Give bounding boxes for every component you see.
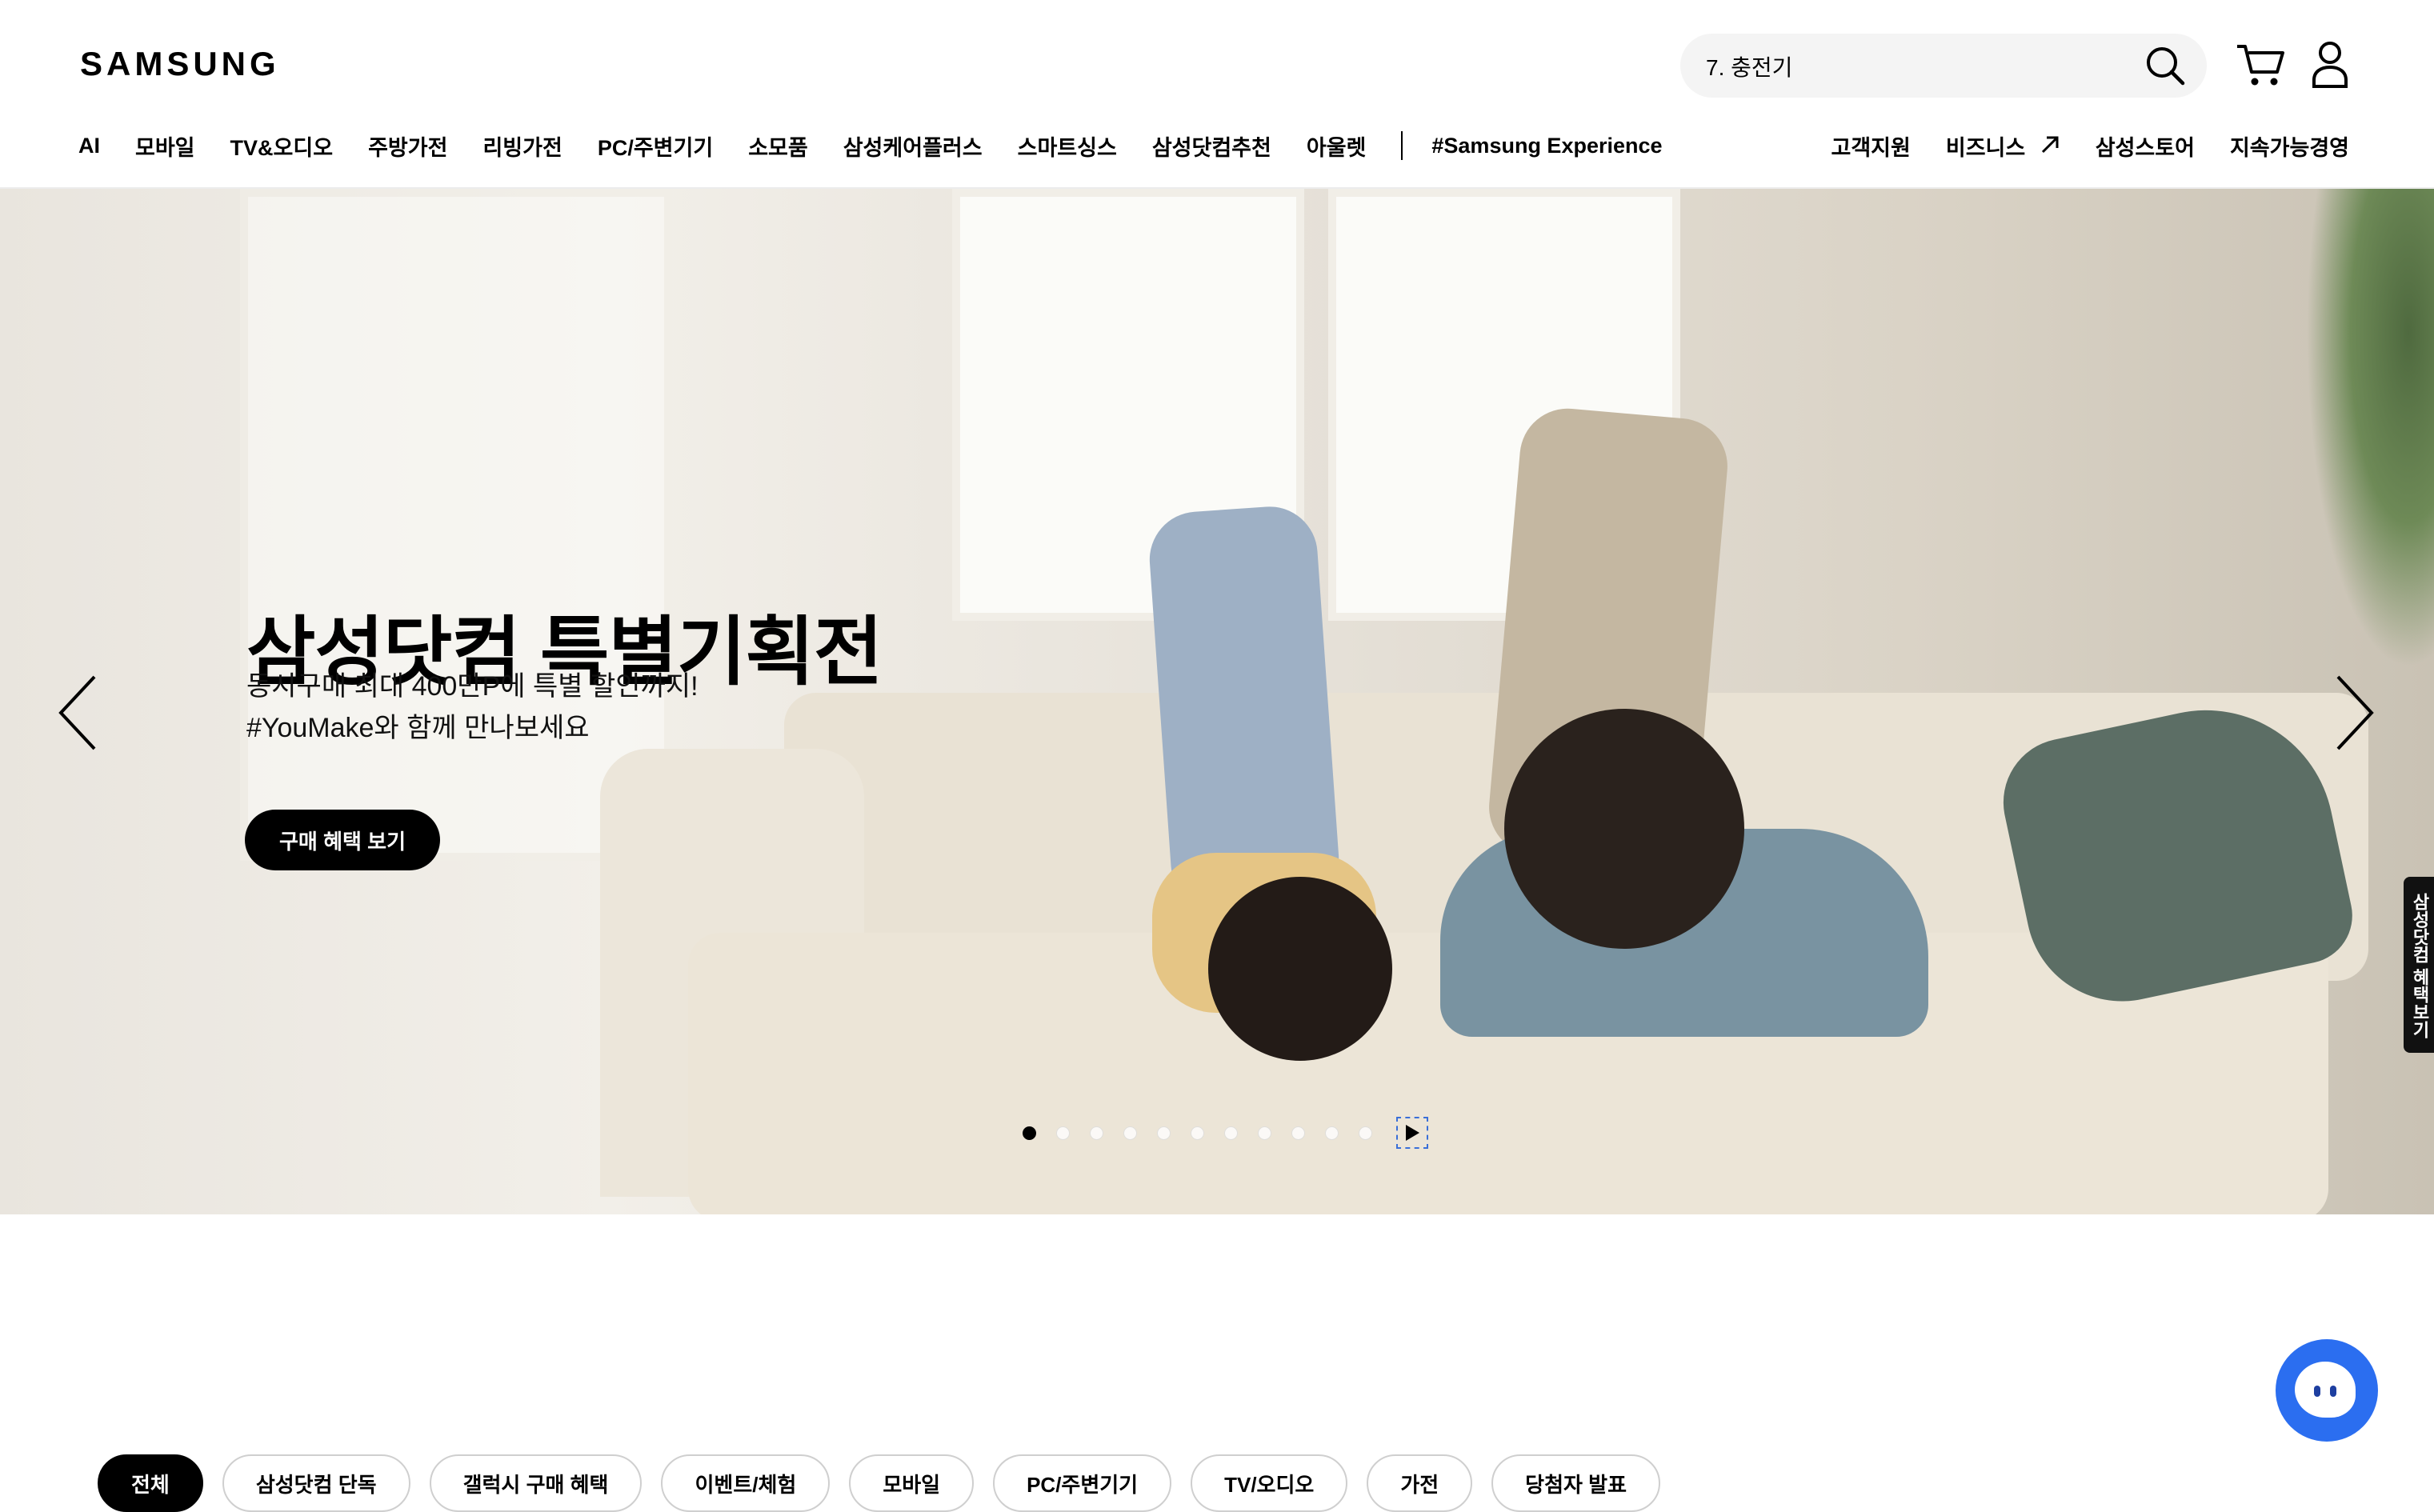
chatbot-eye — [2330, 1386, 2336, 1397]
nav-kitchen[interactable]: 주방가전 — [368, 130, 447, 162]
hero-subtitle-line: #YouMake와 함께 만나보세요 — [246, 713, 590, 743]
category-filters: 전체 삼성닷컴 단독 갤럭시 구매 혜택 이벤트/체험 모바일 PC/주변기기 … — [98, 1454, 1679, 1512]
slide-dot[interactable] — [1090, 1126, 1103, 1140]
filter-all[interactable]: 전체 — [98, 1454, 203, 1512]
account-icon[interactable] — [2301, 35, 2359, 93]
nav-smartthings[interactable]: 스마트싱스 — [1018, 130, 1117, 162]
filter-appliances[interactable]: 가전 — [1367, 1454, 1473, 1512]
adult-head — [1504, 709, 1744, 949]
nav-mobile[interactable]: 모바일 — [135, 130, 195, 162]
play-button[interactable] — [1396, 1117, 1428, 1149]
nav-business-label: 비즈니스 — [1945, 135, 2026, 160]
site-header: SAMSUNG AI 모바일 TV&오디오 주방가전 리빙가전 PC/주변기기 … — [0, 0, 2434, 189]
nav-business[interactable]: 비즈니스 — [1946, 130, 2060, 162]
slide-dot[interactable] — [1258, 1126, 1271, 1140]
nav-consumables[interactable]: 소모품 — [748, 130, 808, 162]
slide-dot[interactable] — [1123, 1126, 1137, 1140]
cart-icon[interactable] — [2232, 35, 2290, 93]
filter-mobile[interactable]: 모바일 — [849, 1454, 975, 1512]
child-head — [1208, 877, 1392, 1061]
nav-ai[interactable]: AI — [78, 134, 100, 158]
slide-dot[interactable] — [1224, 1126, 1238, 1140]
hero-subtitle-line: 동시구매 최대 400만P에 특별 할인까지! — [246, 671, 699, 702]
samsung-logo[interactable]: SAMSUNG — [80, 45, 280, 83]
nav-sustainability[interactable]: 지속가능경영 — [2230, 130, 2349, 162]
nav-tv-audio[interactable]: TV&오디오 — [230, 130, 334, 162]
filter-winners[interactable]: 당첨자 발표 — [1491, 1454, 1660, 1512]
chatbot-icon — [2295, 1362, 2356, 1418]
slide-dot[interactable] — [1291, 1126, 1305, 1140]
slide-dot[interactable] — [1157, 1126, 1171, 1140]
filter-events[interactable]: 이벤트/체험 — [661, 1454, 831, 1512]
side-tab-label: 삼성닷컴 혜택보기 — [2410, 893, 2430, 1039]
filter-tv-audio[interactable]: TV/오디오 — [1191, 1454, 1348, 1512]
utility-nav: 고객지원 비즈니스 삼성스토어 지속가능경영 — [1795, 128, 2349, 163]
nav-outlet[interactable]: 아울렛 — [1307, 130, 1367, 162]
filter-exclusive[interactable]: 삼성닷컴 단독 — [222, 1454, 410, 1512]
slide-dot[interactable] — [1023, 1126, 1036, 1140]
nav-divider — [1401, 131, 1403, 160]
window — [240, 189, 672, 861]
nav-recommend[interactable]: 삼성닷컴추천 — [1152, 130, 1271, 162]
benefits-side-tab[interactable]: 삼성닷컴 혜택보기 — [2404, 877, 2434, 1053]
search-icon[interactable] — [2143, 43, 2188, 88]
search-bar[interactable] — [1680, 34, 2207, 99]
nav-samsung-experience[interactable]: #Samsung Experience — [1431, 134, 1662, 158]
search-input[interactable] — [1704, 34, 2124, 99]
prev-slide-icon[interactable] — [54, 669, 102, 757]
slide-dot[interactable] — [1191, 1126, 1204, 1140]
hero-banner: 삼성닷컴 특별기획전 동시구매 최대 400만P에 특별 할인까지! #YouM… — [0, 189, 2434, 1214]
plant — [2306, 189, 2434, 669]
slide-dot[interactable] — [1056, 1126, 1070, 1140]
nav-pc[interactable]: PC/주변기기 — [598, 130, 713, 162]
filter-galaxy[interactable]: 갤럭시 구매 혜택 — [429, 1454, 643, 1512]
nav-living[interactable]: 리빙가전 — [482, 130, 562, 162]
external-link-icon — [2041, 136, 2059, 153]
chatbot-eye — [2314, 1386, 2320, 1397]
chatbot-button[interactable] — [2276, 1339, 2378, 1442]
nav-store[interactable]: 삼성스토어 — [2096, 130, 2195, 162]
slide-dot[interactable] — [1325, 1126, 1339, 1140]
main-nav: AI 모바일 TV&오디오 주방가전 리빙가전 PC/주변기기 소모품 삼성케어… — [78, 128, 1698, 163]
slide-indicators — [1023, 1117, 1428, 1149]
next-slide-icon[interactable] — [2330, 669, 2378, 757]
nav-care-plus[interactable]: 삼성케어플러스 — [843, 130, 983, 162]
slide-dot[interactable] — [1359, 1126, 1372, 1140]
filter-pc[interactable]: PC/주변기기 — [993, 1454, 1172, 1512]
benefits-button[interactable]: 구매 혜택 보기 — [245, 810, 440, 870]
hero-subtitle: 동시구매 최대 400만P에 특별 할인까지! #YouMake와 함께 만나보… — [246, 666, 699, 749]
nav-support[interactable]: 고객지원 — [1831, 130, 1910, 162]
play-icon — [1406, 1125, 1419, 1141]
